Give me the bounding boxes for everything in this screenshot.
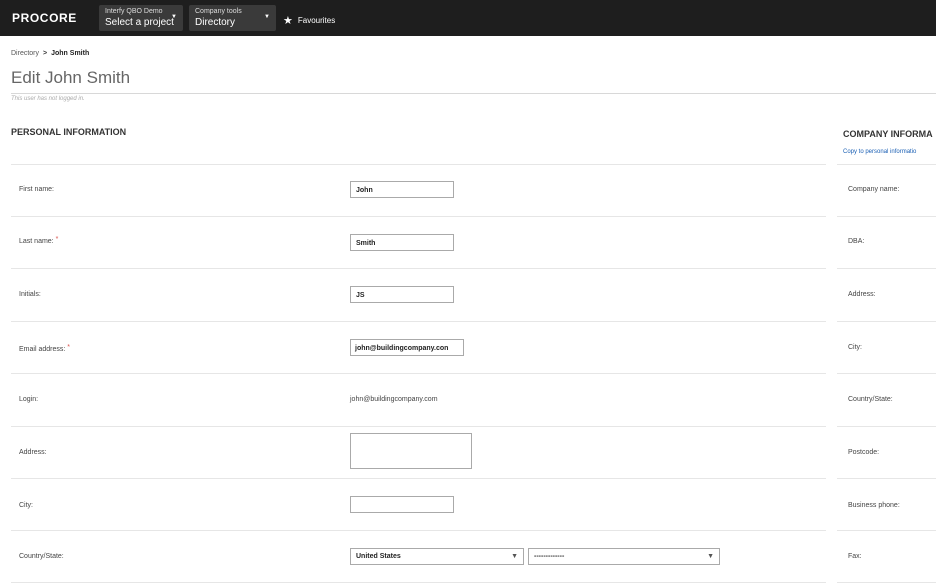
project-picker[interactable]: Interfy QBO Demo Select a project ▼ (99, 5, 183, 31)
favourites-label: Favourites (297, 16, 336, 25)
row-divider (11, 373, 826, 374)
company-country-state-label: Country/State: (848, 396, 893, 403)
copy-to-personal-link[interactable]: Copy to personal informatio (843, 149, 916, 155)
country-select-value: United States (356, 553, 401, 560)
postcode-label: Postcode: (848, 449, 880, 456)
email-input[interactable]: john@buildingcompany.con (350, 339, 464, 356)
title-divider (11, 93, 936, 94)
company-name-label: Company name: (848, 186, 900, 193)
tool-picker-label: Directory (195, 17, 236, 28)
country-state-label: Country/State: (19, 553, 64, 560)
address-textarea[interactable] (350, 433, 472, 469)
row-divider (837, 530, 936, 531)
row-divider (837, 268, 936, 269)
company-info-heading: COMPANY INFORMA (843, 129, 933, 139)
last-name-label: Last name: * (19, 236, 59, 245)
row-divider (837, 426, 936, 427)
login-label: Login: (19, 396, 39, 403)
row-divider (837, 216, 936, 217)
row-divider (11, 321, 826, 322)
row-divider (11, 268, 826, 269)
row-divider (837, 478, 936, 479)
last-name-input[interactable]: Smith (350, 234, 454, 251)
favourites-button[interactable]: ★ Favourites (283, 13, 336, 27)
row-divider (11, 582, 826, 583)
initials-input[interactable]: JS (350, 286, 454, 303)
star-icon: ★ (283, 15, 293, 27)
breadcrumb: Directory > John Smith (11, 50, 89, 57)
email-label: Email address: * (19, 344, 71, 353)
state-select[interactable]: ------------- ▼ (528, 548, 720, 565)
login-value: john@buildingcompany.com (350, 396, 438, 403)
row-divider (11, 216, 826, 217)
row-divider (837, 373, 936, 374)
required-marker: * (67, 344, 71, 351)
first-name-input[interactable]: John (350, 181, 454, 198)
required-marker: * (55, 236, 59, 243)
breadcrumb-directory-link[interactable]: Directory (11, 50, 39, 57)
country-select[interactable]: United States ▼ (350, 548, 524, 565)
top-navigation-bar: PROCORE Interfy QBO Demo Select a projec… (0, 0, 936, 36)
chevron-down-icon: ▼ (707, 553, 714, 560)
row-divider (837, 321, 936, 322)
city-label: City: (19, 502, 33, 509)
project-picker-company: Interfy QBO Demo (105, 8, 163, 15)
company-city-label: City: (848, 344, 862, 351)
page-title: Edit John Smith (11, 68, 131, 87)
dba-label: DBA: (848, 238, 865, 245)
email-label-text: Email address: (19, 346, 66, 353)
procore-logo[interactable]: PROCORE (12, 11, 77, 25)
row-divider (11, 478, 826, 479)
row-divider (837, 164, 936, 165)
fax-label: Fax: (848, 553, 862, 560)
row-divider (11, 164, 826, 165)
chevron-down-icon: ▼ (264, 14, 270, 20)
tool-picker-category: Company tools (195, 8, 242, 15)
first-name-label: First name: (19, 186, 55, 193)
chevron-down-icon: ▼ (511, 553, 518, 560)
row-divider (837, 582, 936, 583)
login-status-note: This user has not logged in. (11, 96, 85, 102)
personal-info-heading: PERSONAL INFORMATION (11, 127, 127, 137)
business-phone-label: Business phone: (848, 502, 900, 509)
last-name-label-text: Last name: (19, 238, 54, 245)
chevron-right-icon: > (43, 50, 48, 57)
initials-label: Initials: (19, 291, 41, 298)
row-divider (11, 426, 826, 427)
company-address-label: Address: (848, 291, 876, 298)
tool-picker[interactable]: Company tools Directory ▼ (189, 5, 276, 31)
breadcrumb-current: John Smith (51, 50, 90, 57)
chevron-down-icon: ▼ (171, 14, 177, 20)
address-label: Address: (19, 449, 47, 456)
city-input[interactable] (350, 496, 454, 513)
state-select-value: ------------- (534, 553, 565, 560)
project-picker-label: Select a project (105, 17, 174, 28)
row-divider (11, 530, 826, 531)
